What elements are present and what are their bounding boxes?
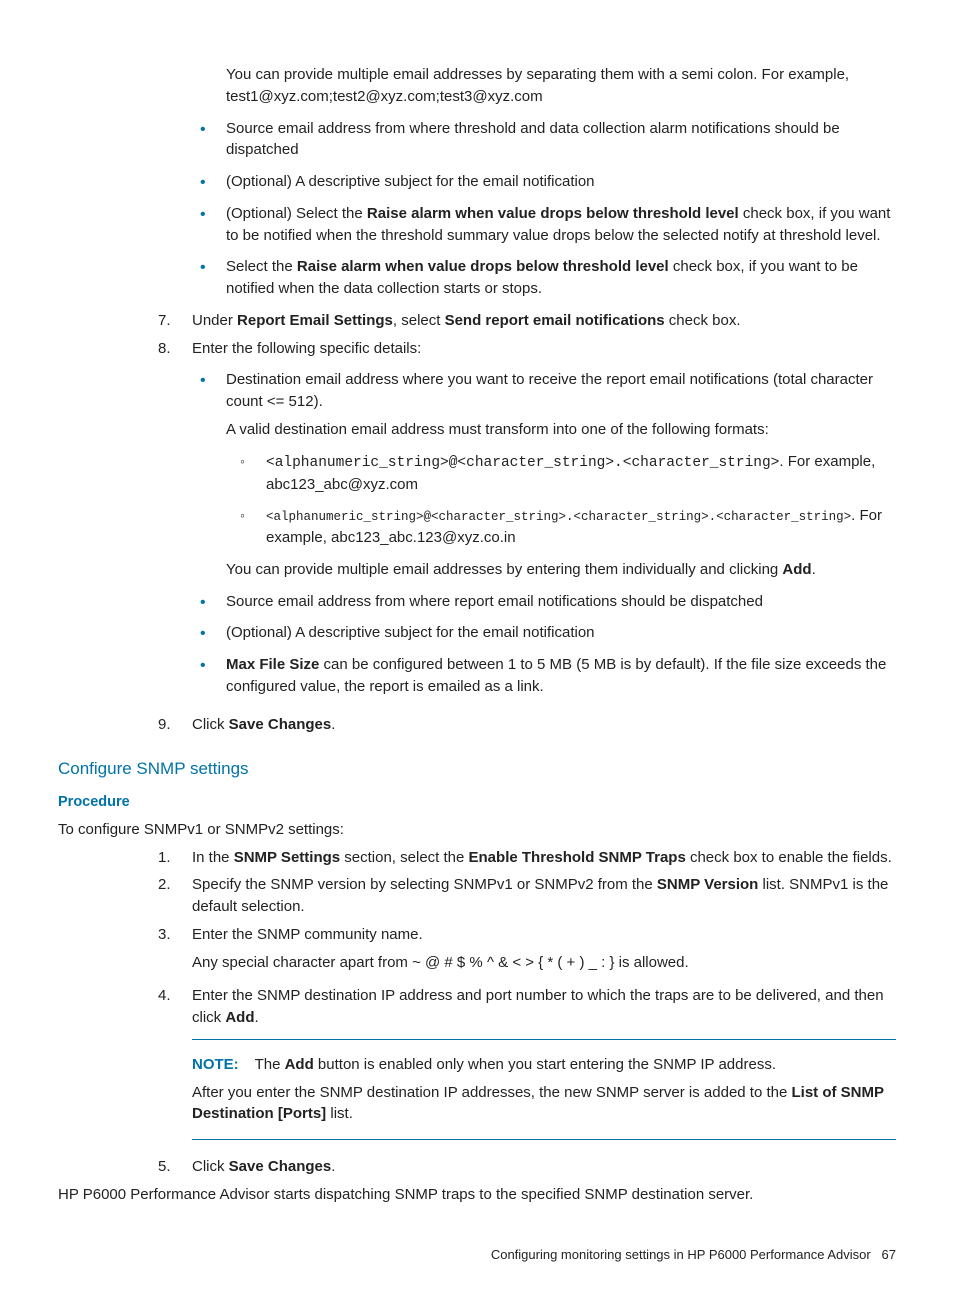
step-number: 8. [158,338,192,708]
bold-text: Save Changes [229,716,332,733]
ring-item: <alphanumeric_string>@<character_string>… [226,451,896,496]
text: . [331,1158,335,1175]
ring-list: <alphanumeric_string>@<character_string>… [226,451,896,549]
step-body: Specify the SNMP version by selecting SN… [192,874,896,918]
snmp-step-4: 4. Enter the SNMP destination IP address… [158,985,896,1150]
text: check box. [665,312,741,329]
bold-text: SNMP Settings [234,849,340,866]
step-body: Enter the following specific details: De… [192,338,896,708]
text: Click [192,1158,229,1175]
step-number: 4. [158,985,192,1150]
snmp-outro: HP P6000 Performance Advisor starts disp… [58,1184,896,1206]
text: . [255,1009,259,1026]
bold-text: Send report email notifications [445,312,665,329]
bold-text: SNMP Version [657,876,758,893]
continuation-text: You can provide multiple email addresses… [226,64,896,108]
snmp-step-1: 1. In the SNMP Settings section, select … [158,847,896,869]
step-number: 9. [158,714,192,736]
bold-text: Max File Size [226,656,319,673]
text: Source email address from where threshol… [226,120,840,159]
text: button is enabled only when you start en… [314,1056,776,1073]
note-line-1: NOTE: The Add button is enabled only whe… [192,1054,896,1076]
snmp-steps: 1. In the SNMP Settings section, select … [58,847,896,1206]
step-body: In the SNMP Settings section, select the… [192,847,896,869]
note-block: NOTE: The Add button is enabled only whe… [192,1039,896,1140]
text: list. [326,1105,353,1122]
text: Any special character apart from ~ @ # $… [192,952,896,974]
bullet-item: Source email address from where report e… [192,591,896,613]
bold-text: Add [225,1009,254,1026]
step-body: Enter the SNMP community name. Any speci… [192,924,896,980]
code-text: <alphanumeric_string>@<character_string>… [266,510,851,524]
bullet-list-1: Source email address from where threshol… [192,118,896,300]
bullet-item: Select the Raise alarm when value drops … [192,256,896,300]
bullet-item: Destination email address where you want… [192,369,896,580]
bold-text: Add [782,561,811,578]
text: Enter the SNMP community name. [192,924,896,946]
bold-text: Raise alarm when value drops below thres… [297,258,669,275]
note-label: NOTE: [192,1056,239,1073]
step-7: 7. Under Report Email Settings, select S… [158,310,896,332]
text: (Optional) Select the [226,205,367,222]
text: check box to enable the fields. [686,849,892,866]
text: . [812,561,816,578]
step-body: Under Report Email Settings, select Send… [192,310,896,332]
step-number: 7. [158,310,192,332]
bullet-item: Source email address from where threshol… [192,118,896,162]
text: You can provide multiple email addresses… [226,561,782,578]
text: . [331,716,335,733]
bold-text: Report Email Settings [237,312,393,329]
step-9: 9. Click Save Changes. [158,714,896,736]
step-body: Click Save Changes. [192,714,896,736]
text-line: You can provide multiple email addresses… [226,559,896,581]
text: Enter the following specific details: [192,340,421,357]
text: A valid destination email address must t… [226,419,896,441]
step-number: 1. [158,847,192,869]
text: (Optional) A descriptive subject for the… [226,624,595,641]
bold-text: Save Changes [229,1158,332,1175]
note-line-2: After you enter the SNMP destination IP … [192,1082,896,1126]
text: Destination email address where you want… [226,369,896,413]
bullet-item: (Optional) A descriptive subject for the… [192,171,896,193]
step-number: 2. [158,874,192,918]
snmp-step-5: 5. Click Save Changes. [158,1156,896,1178]
bold-text: Enable Threshold SNMP Traps [469,849,686,866]
intro-para: You can provide multiple email addresses… [226,64,896,108]
text: The [255,1056,285,1073]
text: (Optional) A descriptive subject for the… [226,173,595,190]
document-content: You can provide multiple email addresses… [158,64,896,1206]
bold-text: Raise alarm when value drops below thres… [367,205,739,222]
code-text: <alphanumeric_string>@<character_string>… [266,455,779,471]
text: Source email address from where report e… [226,593,763,610]
text: Select the [226,258,297,275]
text: After you enter the SNMP destination IP … [192,1084,792,1101]
step-8: 8. Enter the following specific details:… [158,338,896,708]
bold-text: Add [285,1056,314,1073]
snmp-intro: To configure SNMPv1 or SNMPv2 settings: [58,819,896,841]
procedure-heading: Procedure [58,792,896,813]
page-footer: Configuring monitoring settings in HP P6… [58,1246,896,1265]
footer-page-number: 67 [882,1247,896,1262]
text: can be configured between 1 to 5 MB (5 M… [226,656,886,695]
step-number: 5. [158,1156,192,1178]
bullet-list-2: Destination email address where you want… [192,369,896,697]
text: , select [393,312,445,329]
text: Enter the SNMP destination IP address an… [192,987,884,1026]
text: Click [192,716,229,733]
snmp-step-2: 2. Specify the SNMP version by selecting… [158,874,896,918]
bullet-item: (Optional) A descriptive subject for the… [192,622,896,644]
bullet-item: Max File Size can be configured between … [192,654,896,698]
step-number: 3. [158,924,192,980]
step-body: Click Save Changes. [192,1156,896,1178]
ring-item: <alphanumeric_string>@<character_string>… [226,505,896,549]
text: section, select the [340,849,468,866]
section-heading-snmp: Configure SNMP settings [58,757,896,782]
text: Under [192,312,237,329]
step-body: Enter the SNMP destination IP address an… [192,985,896,1150]
text: Specify the SNMP version by selecting SN… [192,876,657,893]
bullet-item: (Optional) Select the Raise alarm when v… [192,203,896,247]
snmp-step-3: 3. Enter the SNMP community name. Any sp… [158,924,896,980]
text: In the [192,849,234,866]
footer-title: Configuring monitoring settings in HP P6… [491,1247,871,1262]
